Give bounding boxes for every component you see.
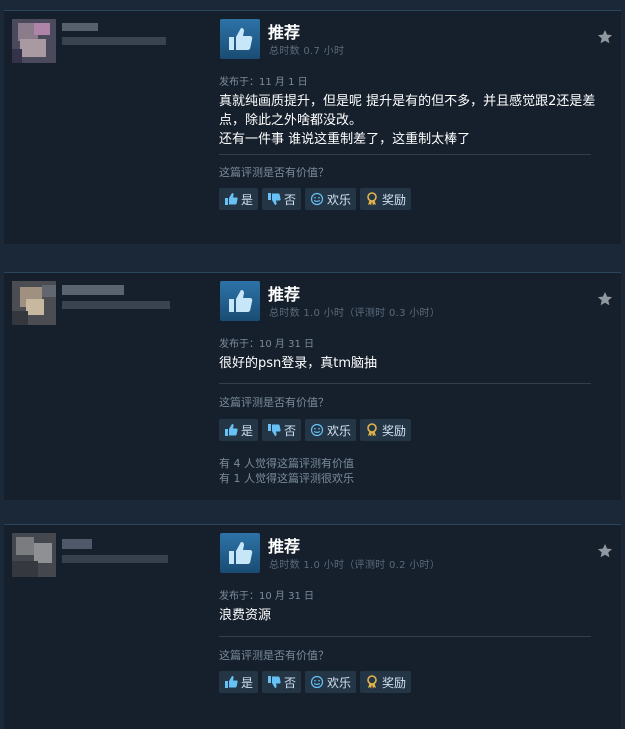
star-icon[interactable] xyxy=(597,29,613,45)
avatar[interactable] xyxy=(12,533,56,577)
award-label: 奖励 xyxy=(382,192,407,207)
smiley-icon xyxy=(310,675,324,689)
vote-funny-button[interactable]: 欢乐 xyxy=(305,671,357,693)
divider xyxy=(219,383,591,384)
review-body: 浪费资源 xyxy=(219,606,599,625)
helpful-question: 这篇评测是否有价值？ xyxy=(219,649,329,662)
review-card: 推荐 总时数 1.0 小时（评测时 0.2 小时） 发布于：10 月 31 日 … xyxy=(4,524,621,729)
vote-funny-label: 欢乐 xyxy=(327,423,352,438)
avatar[interactable] xyxy=(12,19,56,63)
thumbs-up-icon xyxy=(220,533,260,573)
review-card: 推荐 总时数 1.0 小时（评测时 0.3 小时） 发布于：10 月 31 日 … xyxy=(4,272,621,500)
vote-no-button[interactable]: 否 xyxy=(262,188,302,210)
vote-no-button[interactable]: 否 xyxy=(262,671,302,693)
vote-buttons: 是 否 欢乐 奖励 xyxy=(219,188,412,210)
vote-yes-label: 是 xyxy=(241,192,254,207)
divider xyxy=(219,154,591,155)
star-icon[interactable] xyxy=(597,543,613,559)
posted-date: 发布于：10 月 31 日 xyxy=(219,339,314,350)
review-text-line: 很好的psn登录，真tm脑抽 xyxy=(219,356,378,371)
award-ribbon-icon xyxy=(367,192,377,206)
award-label: 奖励 xyxy=(382,423,407,438)
helpful-count: 有 4 人觉得这篇评测有价值 xyxy=(219,457,354,470)
review-text-line: 真就纯画质提升，但是呢 提升是有的但不多，并且感觉跟2还是差 xyxy=(219,94,596,109)
award-button[interactable]: 奖励 xyxy=(360,419,412,441)
hours-played: 总时数 0.7 小时 xyxy=(269,46,345,57)
vote-yes-button[interactable]: 是 xyxy=(219,419,259,441)
thumbs-down-icon xyxy=(268,193,281,205)
posted-date: 发布于：11 月 1 日 xyxy=(219,77,308,88)
thumbs-up-icon xyxy=(220,19,260,59)
posted-date: 发布于：10 月 31 日 xyxy=(219,591,314,602)
review-body: 真就纯画质提升，但是呢 提升是有的但不多，并且感觉跟2还是差 点，除此之外啥都没… xyxy=(219,92,599,149)
award-button[interactable]: 奖励 xyxy=(360,671,412,693)
divider xyxy=(219,636,591,637)
avatar[interactable] xyxy=(12,281,56,325)
review-verdict: 推荐 xyxy=(268,23,301,42)
review-verdict: 推荐 xyxy=(268,285,301,304)
star-icon[interactable] xyxy=(597,291,613,307)
vote-no-label: 否 xyxy=(284,675,297,690)
review-text-line: 浪费资源 xyxy=(219,608,272,623)
username-blurred[interactable] xyxy=(62,285,172,315)
vote-yes-label: 是 xyxy=(241,423,254,438)
vote-summary: 有 4 人觉得这篇评测有价值 有 1 人觉得这篇评测很欢乐 xyxy=(219,456,354,486)
review-body: 很好的psn登录，真tm脑抽 xyxy=(219,354,599,373)
username-blurred[interactable] xyxy=(62,23,172,53)
vote-funny-button[interactable]: 欢乐 xyxy=(305,419,357,441)
vote-funny-label: 欢乐 xyxy=(327,192,352,207)
thumbs-up-icon xyxy=(225,193,238,205)
thumbs-down-icon xyxy=(268,424,281,436)
smiley-icon xyxy=(310,423,324,437)
vote-yes-label: 是 xyxy=(241,675,254,690)
review-verdict: 推荐 xyxy=(268,537,301,556)
hours-played: 总时数 1.0 小时（评测时 0.3 小时） xyxy=(269,308,441,319)
thumbs-up-icon xyxy=(225,676,238,688)
vote-yes-button[interactable]: 是 xyxy=(219,188,259,210)
helpful-question: 这篇评测是否有价值？ xyxy=(219,396,329,409)
review-text-line: 还有一件事 谁说这重制差了，这重制太棒了 xyxy=(219,132,471,147)
thumbs-up-icon xyxy=(225,424,238,436)
award-label: 奖励 xyxy=(382,675,407,690)
review-text-line: 点，除此之外啥都没改。 xyxy=(219,113,363,128)
vote-no-label: 否 xyxy=(284,192,297,207)
vote-yes-button[interactable]: 是 xyxy=(219,671,259,693)
review-card: 推荐 总时数 0.7 小时 发布于：11 月 1 日 真就纯画质提升，但是呢 提… xyxy=(4,10,621,244)
vote-no-button[interactable]: 否 xyxy=(262,419,302,441)
smiley-icon xyxy=(310,192,324,206)
vote-funny-button[interactable]: 欢乐 xyxy=(305,188,357,210)
vote-buttons: 是 否 欢乐 奖励 xyxy=(219,671,412,693)
vote-funny-label: 欢乐 xyxy=(327,675,352,690)
vote-no-label: 否 xyxy=(284,423,297,438)
award-button[interactable]: 奖励 xyxy=(360,188,412,210)
helpful-question: 这篇评测是否有价值？ xyxy=(219,166,329,179)
thumbs-up-icon xyxy=(220,281,260,321)
vote-buttons: 是 否 欢乐 奖励 xyxy=(219,419,412,441)
award-ribbon-icon xyxy=(367,675,377,689)
username-blurred[interactable] xyxy=(62,537,172,567)
hours-played: 总时数 1.0 小时（评测时 0.2 小时） xyxy=(269,560,441,571)
award-ribbon-icon xyxy=(367,423,377,437)
thumbs-down-icon xyxy=(268,676,281,688)
funny-count: 有 1 人觉得这篇评测很欢乐 xyxy=(219,472,354,485)
